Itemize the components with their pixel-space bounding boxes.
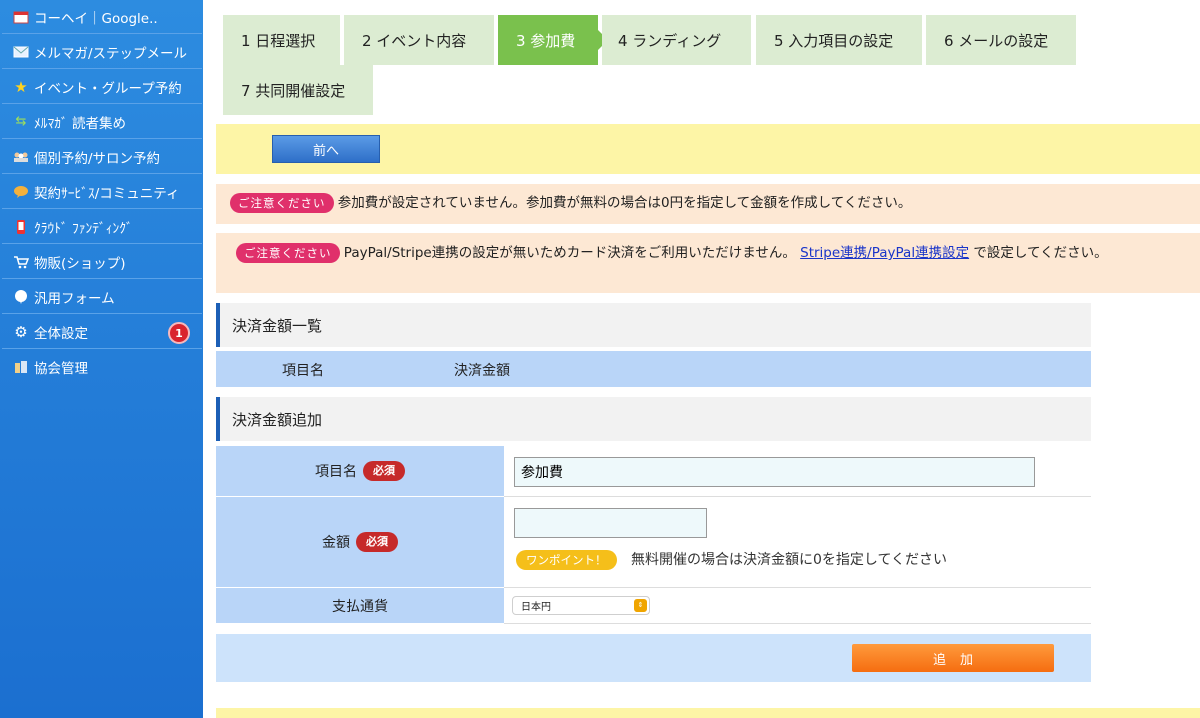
step-tab-landing[interactable]: 4 ランディング <box>602 15 751 65</box>
step-tab-mail-settings[interactable]: 6 メールの設定 <box>926 15 1076 65</box>
calendar-icon <box>12 9 30 25</box>
notice-payment-integration: ご注意ください PayPal/Stripe連携の設定が無いためカード決済をご利用… <box>216 233 1200 293</box>
bubble-icon <box>12 289 30 305</box>
currency-select[interactable]: 日本円 ⇕ <box>512 596 650 615</box>
sidebar-item-global-settings[interactable]: ⚙ 全体設定 1 <box>2 315 202 349</box>
step-tab-co-hosting[interactable]: 7 共同開催設定 <box>223 65 373 115</box>
warning-pill: ご注意ください <box>230 193 334 213</box>
item-name-label: 項目名 <box>315 464 357 480</box>
column-header-amount: 決済金額 <box>454 363 510 379</box>
step-tab-input-fields[interactable]: 5 入力項目の設定 <box>756 15 922 65</box>
sidebar-item-label: 汎用フォーム <box>34 290 115 307</box>
sidebar-item-shop[interactable]: 物販(ショップ) <box>2 245 202 279</box>
required-pill: 必須 <box>363 461 405 481</box>
envelope-icon <box>12 44 30 60</box>
step-tab-participation-fee[interactable]: 3 参加費 <box>498 15 598 65</box>
gear-icon: ⚙ <box>14 322 28 341</box>
sidebar-item-label: イベント・グループ予約 <box>34 80 182 97</box>
building-icon <box>12 359 30 375</box>
notice-text: PayPal/Stripe連携の設定が無いためカード決済をご利用いただけません。 <box>343 245 796 261</box>
cart-icon <box>12 254 30 270</box>
footer-bar <box>216 708 1200 718</box>
phone-icon <box>12 219 30 235</box>
currency-label-cell: 支払通貨 <box>216 588 504 624</box>
amount-label: 金額 <box>322 535 350 551</box>
sidebar-item-label: 全体設定 <box>34 325 88 342</box>
chat-icon <box>12 184 30 200</box>
sidebar-item-crowdfunding[interactable]: ｸﾗｳﾄﾞ ﾌｧﾝﾃﾞｨﾝｸﾞ <box>2 210 202 244</box>
sidebar-item-reader-collection[interactable]: ⇆ ﾒﾙﾏｶﾞ 読者集め <box>2 105 202 139</box>
step-tab-schedule[interactable]: 1 日程選択 <box>223 15 340 65</box>
notification-badge[interactable]: 1 <box>168 322 190 344</box>
sidebar-item-label: 個別予約/サロン予約 <box>34 150 161 167</box>
sidebar-item-label: ﾒﾙﾏｶﾞ 読者集め <box>34 115 127 132</box>
sidebar-item-mail-magazine[interactable]: メルマガ/ステップメール <box>2 35 202 69</box>
sidebar-item-google-calendar[interactable]: コーヘイ｜Google.. <box>2 0 202 34</box>
sidebar: コーヘイ｜Google.. メルマガ/ステップメール ★ イベント・グループ予約… <box>0 0 203 718</box>
star-icon: ★ <box>14 77 28 96</box>
item-name-label-cell: 項目名 必須 <box>216 446 504 497</box>
sidebar-item-individual-booking[interactable]: 個別予約/サロン予約 <box>2 140 202 174</box>
sidebar-item-label: 協会管理 <box>34 361 88 377</box>
payment-list-header: 項目名 決済金額 <box>216 351 1091 387</box>
sidebar-item-label: コーヘイ｜Google.. <box>34 10 158 27</box>
notice-fee-not-set: ご注意ください 参加費が設定されていません。参加費が無料の場合は0円を指定して金… <box>216 184 1200 224</box>
people-icon <box>12 149 30 165</box>
currency-label: 支払通貨 <box>332 598 388 615</box>
sidebar-item-label: 契約ｻｰﾋﾞｽ/コミュニティ <box>34 185 180 202</box>
sidebar-item-association[interactable]: 協会管理 <box>2 350 202 384</box>
sidebar-item-label: 物販(ショップ) <box>34 255 126 272</box>
amount-label-cell: 金額 必須 <box>216 497 504 588</box>
section-title-payment-list: 決済金額一覧 <box>216 303 1091 347</box>
notice-text: 参加費が設定されていません。参加費が無料の場合は0円を指定して金額を作成してくだ… <box>337 195 912 211</box>
sidebar-item-general-form[interactable]: 汎用フォーム <box>2 280 202 314</box>
sidebar-item-contract-community[interactable]: 契約ｻｰﾋﾞｽ/コミュニティ <box>2 175 202 209</box>
chevron-updown-icon: ⇕ <box>634 599 647 612</box>
arrows-icon: ⇆ <box>15 114 27 129</box>
prev-button[interactable]: 前へ <box>272 135 380 163</box>
amount-input[interactable] <box>514 508 707 538</box>
amount-tip: ワンポイント！ 無料開催の場合は決済金額に0を指定してください <box>516 549 1086 570</box>
tip-pill: ワンポイント！ <box>516 550 617 570</box>
add-button[interactable]: 追加 <box>852 644 1054 672</box>
required-pill: 必須 <box>356 532 398 552</box>
section-title-payment-add: 決済金額追加 <box>216 397 1091 441</box>
sidebar-item-label: メルマガ/ステップメール <box>34 45 188 62</box>
currency-select-value: 日本円 <box>521 602 551 613</box>
warning-pill: ご注意ください <box>236 243 340 263</box>
tip-text: 無料開催の場合は決済金額に0を指定してください <box>630 552 948 568</box>
sidebar-item-event-booking[interactable]: ★ イベント・グループ予約 <box>2 70 202 104</box>
sidebar-item-label: ｸﾗｳﾄﾞ ﾌｧﾝﾃﾞｨﾝｸﾞ <box>34 220 133 237</box>
notice-text-suffix: で設定してください。 <box>973 245 1108 261</box>
item-name-input[interactable] <box>514 457 1035 487</box>
step-tab-event-content[interactable]: 2 イベント内容 <box>344 15 494 65</box>
column-header-item-name: 項目名 <box>282 363 324 379</box>
payment-integration-link[interactable]: Stripe連携/PayPal連携設定 <box>800 245 969 261</box>
